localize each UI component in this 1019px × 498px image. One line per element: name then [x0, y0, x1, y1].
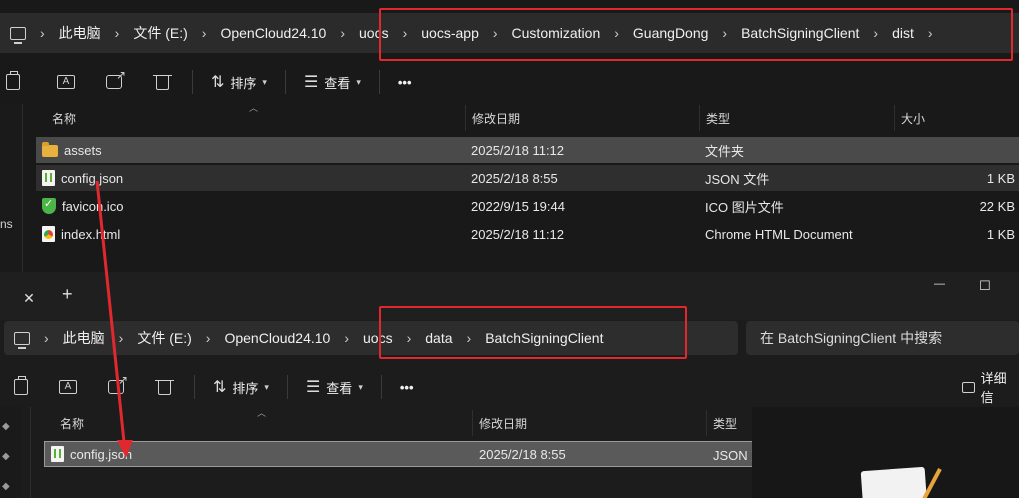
arrow-shaft	[95, 180, 126, 443]
annotation-arrow	[95, 180, 133, 458]
arrow-head	[117, 440, 133, 458]
